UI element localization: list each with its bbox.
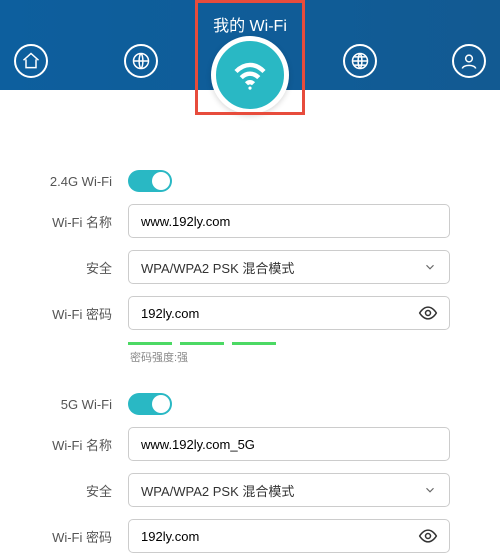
network-icon[interactable] xyxy=(343,44,377,78)
password-input-wrap-24g xyxy=(128,296,450,330)
password-label-24g: Wi-Fi 密码 xyxy=(24,304,128,323)
security-label-24g: 安全 xyxy=(24,258,128,277)
toggle-label-24g: 2.4G Wi-Fi xyxy=(24,174,128,189)
toggle-label-5g: 5G Wi-Fi xyxy=(24,397,128,412)
strength-indicator: 密码强度:强 xyxy=(128,342,450,365)
password-label-5g: Wi-Fi 密码 xyxy=(24,527,128,546)
password-input-5g[interactable] xyxy=(141,529,417,544)
name-label-24g: Wi-Fi 名称 xyxy=(24,212,128,231)
eye-icon[interactable] xyxy=(417,525,439,547)
toggle-5g[interactable] xyxy=(128,393,172,415)
highlight-box xyxy=(195,0,305,115)
security-value-5g: WPA/WPA2 PSK 混合模式 xyxy=(141,481,294,500)
eye-icon[interactable] xyxy=(417,302,439,324)
password-input-wrap-5g xyxy=(128,519,450,553)
toggle-24g[interactable] xyxy=(128,170,172,192)
security-select-24g[interactable]: WPA/WPA2 PSK 混合模式 xyxy=(128,250,450,284)
chevron-down-icon xyxy=(423,260,437,274)
name-label-5g: Wi-Fi 名称 xyxy=(24,435,128,454)
chevron-down-icon xyxy=(423,483,437,497)
strength-bars xyxy=(128,342,450,345)
strength-label: 密码强度:强 xyxy=(130,349,450,365)
name-input-24g[interactable] xyxy=(128,204,450,238)
security-value-24g: WPA/WPA2 PSK 混合模式 xyxy=(141,258,294,277)
security-select-5g[interactable]: WPA/WPA2 PSK 混合模式 xyxy=(128,473,450,507)
security-label-5g: 安全 xyxy=(24,481,128,500)
home-icon[interactable] xyxy=(14,44,48,78)
user-icon[interactable] xyxy=(452,44,486,78)
content: 2.4G Wi-Fi Wi-Fi 名称 安全 WPA/WPA2 PSK 混合模式… xyxy=(0,90,500,553)
globe-icon[interactable] xyxy=(124,44,158,78)
password-input-24g[interactable] xyxy=(141,306,417,321)
name-input-5g[interactable] xyxy=(128,427,450,461)
